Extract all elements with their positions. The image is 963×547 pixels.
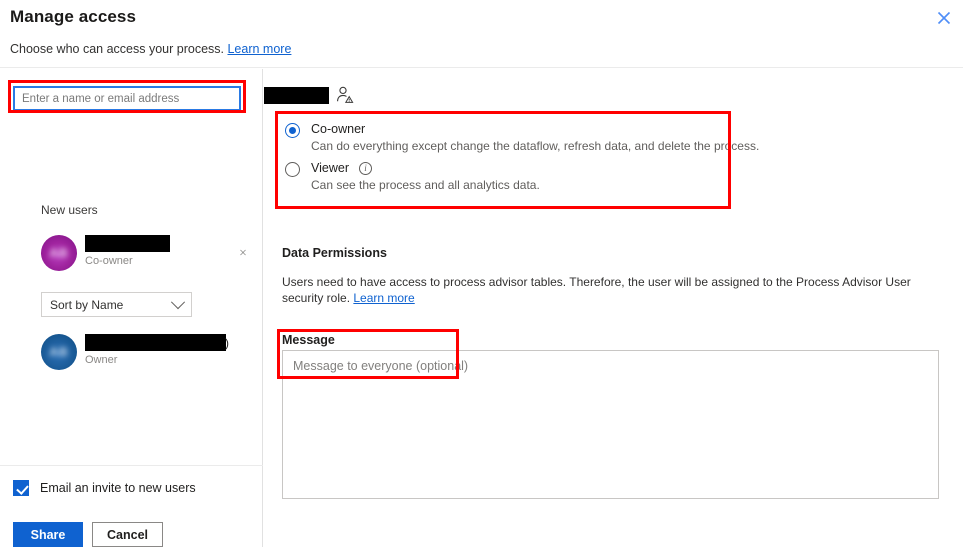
message-label: Message (282, 333, 335, 347)
role-title: Viewer (311, 161, 349, 175)
user-role-label: Co-owner (85, 255, 133, 267)
dialog-header: Manage access Choose who can access your… (0, 0, 963, 68)
new-users-label: New users (41, 203, 98, 217)
subtitle-text: Choose who can access your process. (10, 42, 224, 56)
learn-more-link-data[interactable]: Learn more (353, 291, 414, 305)
search-input[interactable] (13, 86, 241, 111)
learn-more-link-header[interactable]: Learn more (227, 42, 291, 56)
list-item: AB Co-owner (41, 232, 251, 274)
redacted-user-name (85, 334, 226, 351)
role-title: Co-owner (311, 122, 366, 136)
email-invite-checkbox-row[interactable]: Email an invite to new users (13, 480, 196, 496)
role-description: Can do everything except change the data… (311, 139, 760, 153)
data-permissions-title: Data Permissions (282, 246, 387, 260)
person-warning-icon (337, 86, 354, 103)
close-icon (937, 11, 951, 25)
sort-dropdown-label: Sort by Name (50, 297, 124, 312)
role-description: Can see the process and all analytics da… (311, 178, 540, 192)
left-panel: New users AB Co-owner Sort by Name AB ) … (0, 69, 263, 547)
right-panel: Co-owner Can do everything except change… (264, 69, 963, 547)
search-field-wrapper (13, 86, 241, 111)
radio-viewer[interactable] (285, 162, 300, 177)
redacted-user-name (85, 235, 170, 252)
close-icon (240, 249, 246, 255)
page-title: Manage access (10, 7, 137, 26)
checkbox-checked-icon[interactable] (13, 480, 29, 496)
radio-co-owner[interactable] (285, 123, 300, 138)
data-permissions-body: Users need to have access to process adv… (282, 274, 954, 306)
avatar-initials: AB (49, 345, 69, 359)
dialog-actions: Share Cancel (13, 522, 163, 547)
redacted-target-name (264, 87, 329, 104)
user-role-label: Owner (85, 354, 118, 366)
list-item: AB ) Owner (41, 331, 251, 373)
cancel-button[interactable]: Cancel (92, 522, 163, 547)
avatar-initials: AB (49, 246, 69, 260)
info-icon[interactable]: i (359, 162, 372, 175)
avatar: AB (41, 235, 77, 271)
user-name-suffix: ) (225, 336, 229, 350)
avatar: AB (41, 334, 77, 370)
close-button[interactable] (929, 4, 959, 32)
email-invite-label: Email an invite to new users (40, 481, 196, 495)
sort-dropdown[interactable]: Sort by Name (41, 292, 192, 317)
role-options-group: Co-owner Can do everything except change… (275, 111, 759, 201)
share-button[interactable]: Share (13, 522, 83, 547)
chevron-down-icon (170, 294, 186, 309)
message-textarea[interactable] (282, 350, 939, 499)
dialog-subtitle: Choose who can access your process. Lear… (10, 42, 291, 56)
remove-user-button[interactable] (234, 243, 252, 261)
footer-divider (0, 465, 263, 466)
